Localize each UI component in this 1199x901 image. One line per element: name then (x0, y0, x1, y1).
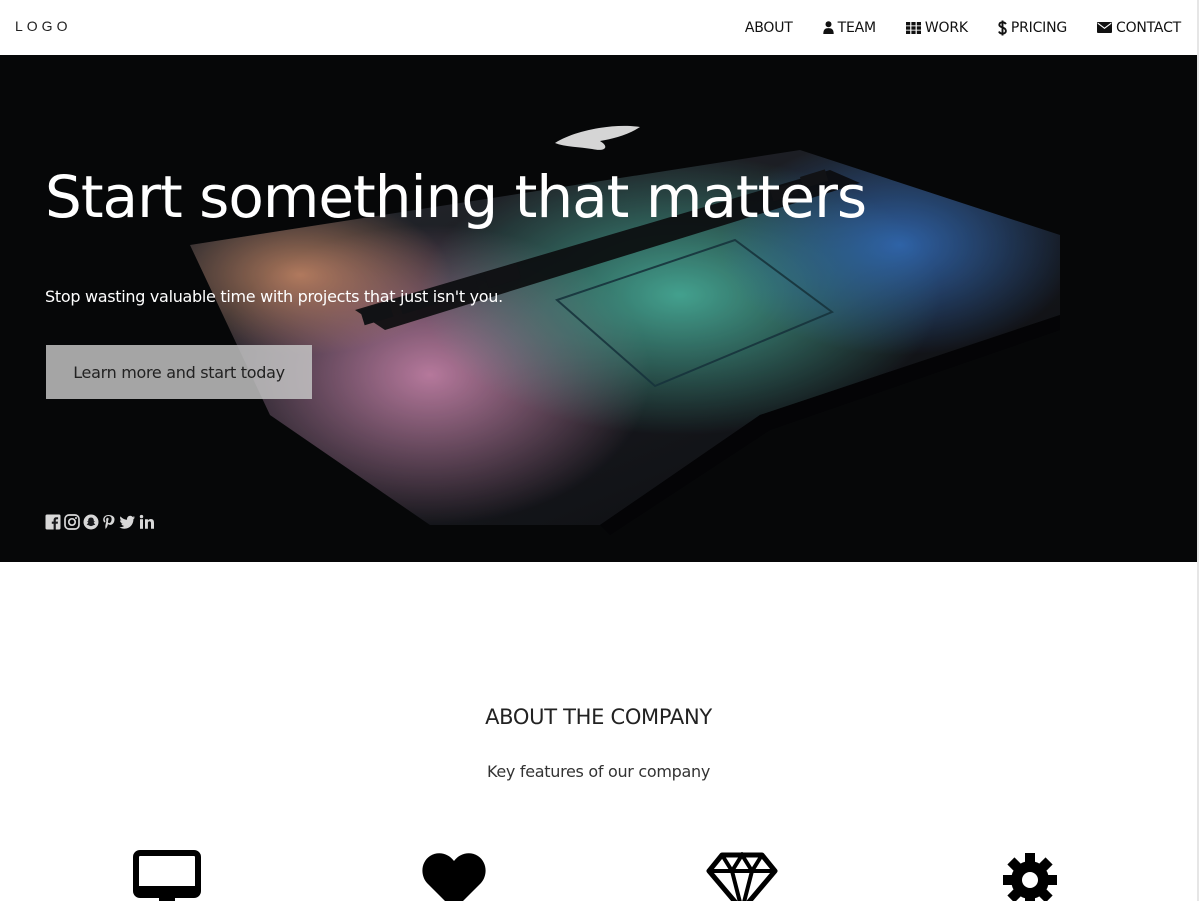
about-subtitle: Key features of our company (486, 762, 711, 781)
user-icon (822, 21, 834, 34)
logo[interactable]: LOGO (15, 18, 71, 34)
linkedin-icon[interactable] (139, 514, 155, 530)
diamond-icon (706, 852, 778, 901)
desktop-icon (133, 850, 201, 901)
nav-about[interactable]: ABOUT (745, 20, 793, 36)
grid-icon (905, 21, 921, 34)
hero-laptop-image (0, 55, 1197, 562)
social-links (45, 514, 155, 530)
twitter-icon[interactable] (119, 514, 136, 530)
hero-section: Start something that matters Stop wastin… (0, 55, 1197, 562)
snapchat-icon[interactable] (83, 514, 99, 530)
dollar-icon (997, 20, 1007, 35)
nav-pricing-label: PRICING (1010, 19, 1067, 36)
top-navbar: LOGO ABOUT TEAM WORK PRICING CONTACT (0, 0, 1197, 55)
gear-icon (1003, 853, 1057, 901)
nav-contact[interactable]: CONTACT (1097, 20, 1181, 36)
pinterest-icon[interactable] (102, 514, 116, 530)
about-title: ABOUT THE COMPANY (485, 705, 712, 729)
hero-subtitle: Stop wasting valuable time with projects… (45, 287, 503, 306)
hero-title: Start something that matters (45, 163, 867, 231)
heart-icon (422, 853, 486, 901)
nav-work-label: WORK (924, 19, 968, 36)
main-nav: ABOUT TEAM WORK PRICING CONTACT (715, 0, 1181, 55)
envelope-icon (1097, 22, 1112, 33)
facebook-icon[interactable] (45, 514, 61, 530)
nav-team-label: TEAM (837, 19, 876, 36)
nav-team[interactable]: TEAM (822, 19, 876, 36)
nav-pricing[interactable]: PRICING (997, 19, 1067, 36)
nav-about-label: ABOUT (744, 19, 793, 36)
learn-more-button[interactable]: Learn more and start today (46, 345, 312, 399)
instagram-icon[interactable] (64, 514, 80, 530)
nav-contact-label: CONTACT (1116, 19, 1181, 36)
nav-work[interactable]: WORK (905, 19, 968, 36)
